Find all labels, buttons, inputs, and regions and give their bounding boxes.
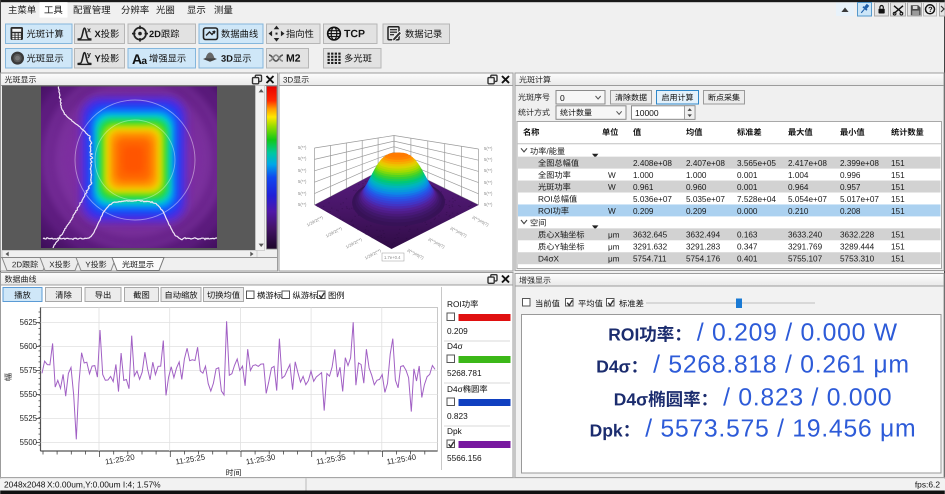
svg-text:5(**): 5(**) [484,146,493,151]
svg-text:5(**): 5(**) [484,191,493,196]
svg-text:5566.156: 5566.156 [447,453,482,463]
svg-text:3632.645: 3632.645 [633,231,668,240]
svg-text:3632.228: 3632.228 [840,231,875,240]
svg-text:5(**): 5(**) [298,156,307,161]
svg-text:151: 151 [891,183,905,192]
svg-text:0.210: 0.210 [788,207,809,216]
svg-text:5(**): 5(**) [484,180,493,185]
svg-text:5600: 5600 [20,342,38,351]
svg-text:3289.444: 3289.444 [840,243,875,252]
svg-text:151: 151 [891,195,905,204]
svg-text:5753.310: 5753.310 [840,255,875,264]
svg-text:5(**): 5(**) [298,191,307,196]
svg-text:5(**): 5(**) [298,179,307,184]
svg-text:5.017e+07: 5.017e+07 [840,195,879,204]
svg-text:0.209: 0.209 [633,207,654,216]
svg-text:151: 151 [891,159,905,168]
svg-text:0.209: 0.209 [686,207,707,216]
svg-text:X:0.00um,Y:0.00um I:4; 1.57%: X:0.00um,Y:0.00um I:4; 1.57% [47,480,161,490]
svg-text:2048x2048: 2048x2048 [4,480,46,490]
svg-text:3291.632: 3291.632 [633,243,668,252]
svg-text:0.001: 0.001 [737,183,758,192]
svg-text:1.000: 1.000 [633,171,654,180]
svg-text:1.004: 1.004 [788,171,809,180]
svg-text:5.036e+07: 5.036e+07 [633,195,672,204]
svg-text:5268.781: 5268.781 [447,368,482,378]
svg-text:5754.176: 5754.176 [686,255,721,264]
svg-text:3291.283: 3291.283 [686,243,721,252]
svg-text:1.7e+0.4: 1.7e+0.4 [384,255,401,260]
svg-text:5(**): 5(**) [298,202,307,207]
svg-text:10000: 10000 [635,108,659,118]
svg-text:5754.711: 5754.711 [633,255,667,264]
svg-text:0: 0 [560,93,565,103]
svg-text:5525: 5525 [20,414,38,423]
svg-text:5(**): 5(**) [298,145,307,150]
svg-text:0.960: 0.960 [686,183,707,192]
svg-text:0.000: 0.000 [737,207,758,216]
svg-text:3291.769: 3291.769 [788,243,823,252]
svg-text:0.163: 0.163 [737,231,758,240]
svg-text:3.565e+05: 3.565e+05 [737,159,776,168]
svg-text:5.035e+07: 5.035e+07 [686,195,725,204]
svg-text:5(**): 5(**) [484,202,493,207]
svg-text:0.208: 0.208 [840,207,861,216]
svg-text:2.407e+08: 2.407e+08 [686,159,725,168]
svg-text:0.957: 0.957 [840,183,861,192]
svg-text:0.001: 0.001 [737,171,758,180]
svg-text:0.401: 0.401 [737,255,758,264]
svg-text:0.347: 0.347 [737,243,758,252]
svg-text:fps:6.2: fps:6.2 [915,480,940,490]
svg-text:5.054e+07: 5.054e+07 [788,195,827,204]
svg-text:1.000: 1.000 [686,171,707,180]
svg-text:5(**): 5(**) [484,157,493,162]
svg-text:5(**): 5(**) [484,168,493,173]
svg-text:3633.240: 3633.240 [788,231,823,240]
svg-text:151: 151 [891,231,905,240]
svg-text:5500: 5500 [20,438,38,447]
svg-text:151: 151 [891,243,905,252]
svg-text:2.417e+08: 2.417e+08 [788,159,827,168]
svg-text:0.996: 0.996 [840,171,861,180]
svg-text:5625: 5625 [20,318,38,327]
svg-text:2.408e+08: 2.408e+08 [633,159,672,168]
svg-text:0.964: 0.964 [788,183,809,192]
svg-text:151: 151 [891,171,905,180]
svg-text:151: 151 [891,255,905,264]
svg-text:151: 151 [891,207,905,216]
svg-text:5550: 5550 [20,390,38,399]
svg-text:0.823: 0.823 [447,411,468,421]
svg-text:0.209: 0.209 [447,326,468,336]
svg-text:7.528e+04: 7.528e+04 [737,195,776,204]
svg-text:2.399e+08: 2.399e+08 [840,159,879,168]
svg-text:5755.107: 5755.107 [788,255,823,264]
svg-text:3632.494: 3632.494 [686,231,721,240]
svg-text:0.961: 0.961 [633,183,654,192]
svg-text:5575: 5575 [20,366,38,375]
svg-text:5(**): 5(**) [298,168,307,173]
